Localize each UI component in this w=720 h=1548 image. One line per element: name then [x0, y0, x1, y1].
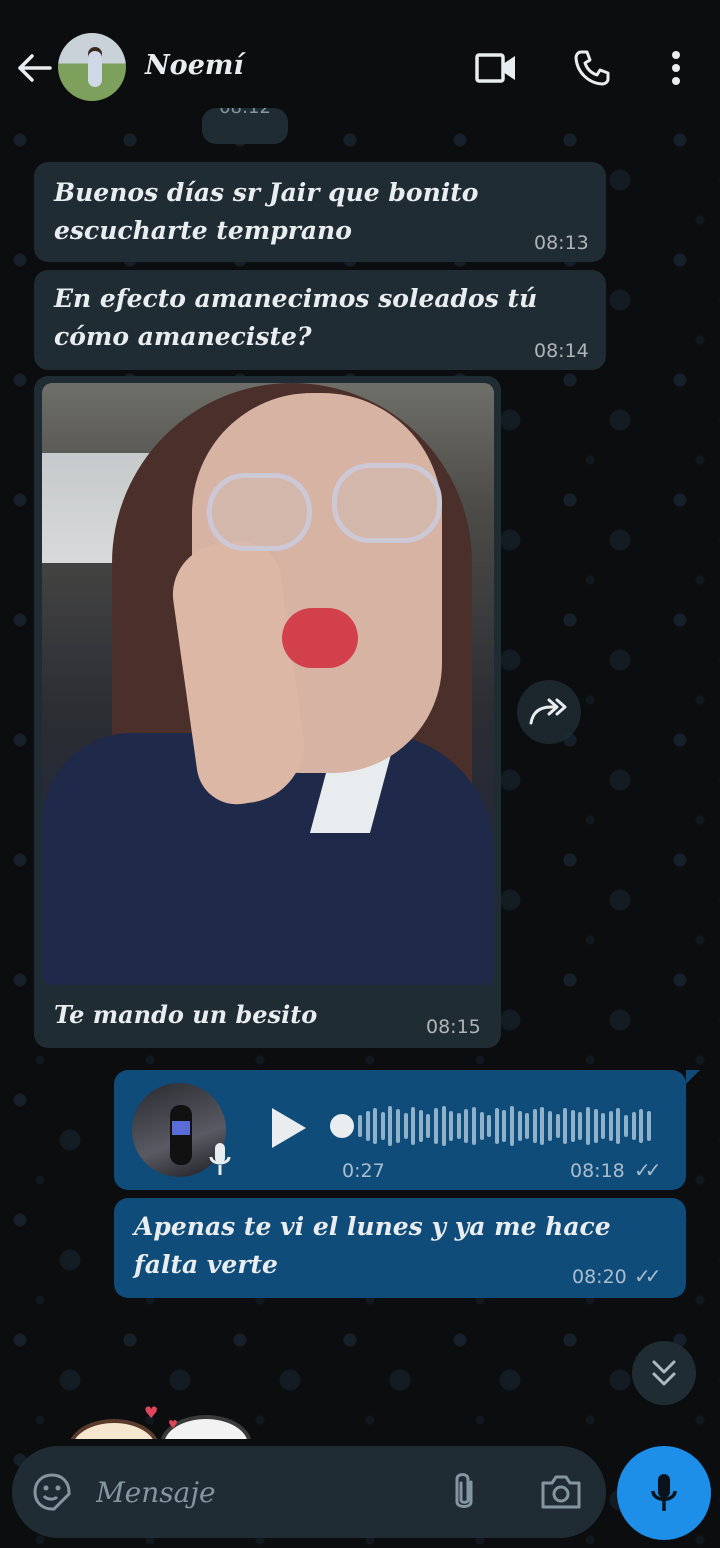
- waveform-bar: [434, 1108, 438, 1144]
- waveform-bar: [578, 1112, 583, 1140]
- attach-icon[interactable]: [444, 1468, 484, 1516]
- waveform-bar: [396, 1109, 400, 1143]
- waveform-bar: [487, 1115, 492, 1137]
- message-time: 08:20: [572, 1266, 627, 1288]
- heart-icon: ♥: [168, 1418, 178, 1431]
- waveform-bar: [540, 1107, 545, 1145]
- contact-avatar[interactable]: [58, 33, 126, 101]
- waveform-bar: [373, 1108, 378, 1144]
- waveform-bar: [426, 1114, 431, 1138]
- message-text: En efecto amanecimos soleados tú cómo am…: [54, 284, 538, 351]
- waveform-bar: [441, 1106, 446, 1146]
- waveform-bar: [601, 1113, 606, 1139]
- message-time: 08:13: [534, 232, 589, 254]
- waveform-bar: [380, 1112, 385, 1140]
- contact-name[interactable]: Noemí: [145, 50, 244, 81]
- waveform-bar: [456, 1113, 461, 1139]
- waveform-bar: [494, 1108, 499, 1144]
- read-receipt-icon: ✓✓: [634, 1264, 661, 1288]
- waveform-bar: [449, 1111, 454, 1141]
- message-input[interactable]: [96, 1466, 426, 1518]
- shared-photo[interactable]: [42, 383, 494, 985]
- scroll-to-bottom-button[interactable]: [632, 1341, 696, 1405]
- waveform-bar: [472, 1107, 476, 1145]
- bubble-tail: [686, 1070, 700, 1084]
- waveform-bar: [624, 1115, 628, 1137]
- message-bubble-incoming[interactable]: Buenos días sr Jair que bonito escuchart…: [34, 162, 606, 262]
- waveform-bar: [570, 1110, 575, 1142]
- chat-header: Noemí: [0, 0, 720, 124]
- waveform-bar: [517, 1111, 522, 1141]
- sticker-icon[interactable]: [30, 1470, 74, 1514]
- waveform-bar: [608, 1111, 613, 1141]
- playback-position-handle[interactable]: [330, 1114, 354, 1138]
- waveform-bar: [616, 1108, 621, 1144]
- voice-waveform[interactable]: [358, 1102, 658, 1150]
- waveform-bar: [646, 1111, 651, 1141]
- waveform-bar: [418, 1110, 423, 1142]
- waveform-bar: [403, 1113, 408, 1139]
- waveform-bar: [479, 1112, 484, 1140]
- waveform-bar: [388, 1106, 393, 1146]
- waveform-bar: [631, 1112, 636, 1140]
- message-bubble-incoming[interactable]: En efecto amanecimos soleados tú cómo am…: [34, 270, 606, 370]
- waveform-bar: [548, 1111, 552, 1141]
- message-text: Buenos días sr Jair que bonito escuchart…: [54, 178, 479, 245]
- read-receipt-icon: ✓✓: [634, 1158, 661, 1182]
- back-arrow-icon[interactable]: [14, 48, 54, 88]
- message-time: 08:14: [534, 340, 589, 362]
- camera-icon[interactable]: [536, 1468, 586, 1516]
- phone-icon[interactable]: [570, 46, 614, 90]
- mic-icon: [651, 1474, 677, 1511]
- waveform-bar: [639, 1109, 644, 1143]
- message-time: 08:18: [570, 1160, 625, 1182]
- waveform-bar: [593, 1109, 598, 1143]
- waveform-bar: [411, 1107, 416, 1145]
- voice-record-button[interactable]: [617, 1446, 711, 1540]
- waveform-bar: [365, 1111, 370, 1141]
- voice-duration: 0:27: [342, 1160, 385, 1182]
- waveform-bar: [358, 1115, 362, 1137]
- forward-icon[interactable]: [517, 680, 581, 744]
- waveform-bar: [586, 1107, 590, 1145]
- waveform-bar: [510, 1106, 514, 1146]
- message-text: Apenas te vi el lunes y ya me hace falta…: [134, 1212, 611, 1279]
- image-caption: Te mando un besito: [54, 1000, 318, 1029]
- play-icon[interactable]: [262, 1100, 314, 1156]
- mic-icon: [205, 1140, 235, 1180]
- sticker-preview[interactable]: [60, 1405, 260, 1439]
- waveform-bar: [563, 1108, 568, 1144]
- video-call-icon[interactable]: [474, 46, 518, 90]
- waveform-bar: [532, 1109, 537, 1143]
- message-bubble-outgoing[interactable]: Apenas te vi el lunes y ya me hace falta…: [114, 1198, 686, 1298]
- waveform-bar: [502, 1110, 507, 1142]
- waveform-bar: [525, 1113, 530, 1139]
- more-vert-icon[interactable]: [654, 46, 698, 90]
- waveform-bar: [555, 1114, 560, 1138]
- date-separator: 08:12: [202, 108, 288, 144]
- waveform-bar: [464, 1109, 469, 1143]
- message-time: 08:15: [426, 1016, 481, 1038]
- heart-icon: ♥: [144, 1403, 159, 1422]
